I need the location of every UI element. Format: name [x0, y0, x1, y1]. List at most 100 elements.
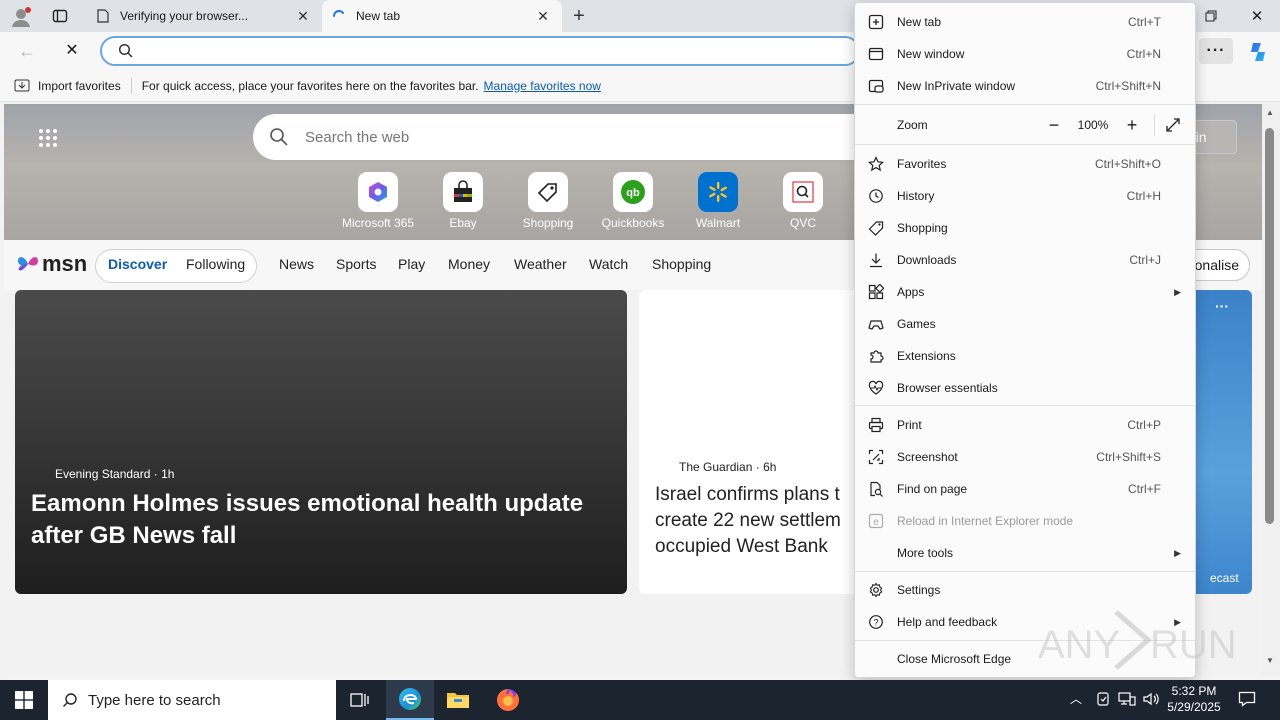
weather-card[interactable]: ··· ecast [1190, 290, 1252, 594]
tab-actions-icon[interactable] [52, 8, 68, 24]
security-tray-icon[interactable] [1095, 691, 1111, 710]
scrollbar-thumb[interactable] [1265, 128, 1274, 524]
scroll-down-icon[interactable]: ▼ [1266, 656, 1274, 665]
menu-games[interactable]: Games [855, 308, 1195, 340]
source-name: The Guardian [679, 460, 753, 474]
windows-start-icon[interactable] [0, 680, 48, 720]
menu-downloads[interactable]: Downloads Ctrl+J [855, 244, 1195, 276]
scroll-up-icon[interactable]: ▲ [1266, 108, 1274, 117]
close-tab-icon[interactable]: ✕ [294, 7, 312, 25]
menu-shortcut: Ctrl+P [1127, 418, 1161, 432]
card-headline[interactable]: Eamonn Holmes issues emotional health up… [31, 488, 591, 552]
close-tab-icon[interactable]: ✕ [534, 7, 552, 25]
menu-extensions[interactable]: Extensions [855, 340, 1195, 372]
manage-favorites-link[interactable]: Manage favorites now [484, 79, 601, 93]
nav-sports[interactable]: Sports [336, 256, 376, 272]
more-options-icon[interactable]: ··· [1199, 38, 1233, 64]
menu-label: Reload in Internet Explorer mode [897, 514, 1074, 528]
search-icon [62, 692, 78, 708]
quick-link-qvc[interactable]: QVC [761, 172, 845, 230]
quick-link-ebay[interactable]: Ebay [421, 172, 505, 230]
menu-label: Shopping [897, 221, 948, 235]
quickbooks-icon: qb [613, 172, 653, 212]
tab-verifying[interactable]: Verifying your browser... ✕ [86, 0, 322, 32]
menu-print[interactable]: Print Ctrl+P [855, 409, 1195, 441]
help-icon: ? [855, 614, 897, 630]
menu-shopping[interactable]: Shopping [855, 212, 1195, 244]
file-explorer-icon[interactable] [434, 680, 482, 720]
edge-taskbar-icon[interactable] [386, 680, 434, 720]
volume-icon[interactable] [1142, 691, 1160, 710]
menu-new-tab[interactable]: New tab Ctrl+T [855, 6, 1195, 38]
copilot-icon[interactable] [1246, 40, 1270, 64]
loading-spinner-icon [332, 9, 346, 23]
quick-link-shopping[interactable]: Shopping [506, 172, 590, 230]
web-search-box[interactable]: Search the web [253, 114, 893, 160]
zoom-out-icon[interactable]: − [1042, 115, 1066, 136]
nav-watch[interactable]: Watch [589, 256, 628, 272]
menu-browser-essentials[interactable]: Browser essentials [855, 372, 1195, 404]
menu-divider [855, 571, 1195, 572]
quick-link-walmart[interactable]: Walmart [676, 172, 760, 230]
tab-title: New tab [356, 9, 401, 23]
taskbar-search[interactable]: Type here to search [48, 680, 336, 720]
address-input[interactable] [142, 41, 842, 61]
notifications-icon[interactable] [1238, 690, 1256, 711]
menu-label: Settings [897, 583, 941, 597]
shopping-tag-icon [855, 220, 897, 236]
menu-screenshot[interactable]: Screenshot Ctrl+Shift+S [855, 441, 1195, 473]
forecast-label[interactable]: ecast [1210, 571, 1239, 585]
menu-apps[interactable]: Apps ▶ [855, 276, 1195, 308]
tab-new-tab[interactable]: New tab ✕ [322, 0, 562, 32]
headline-line: occupied West Bank [655, 536, 828, 557]
msn-logo[interactable]: msn [16, 249, 87, 279]
nav-news[interactable]: News [279, 256, 314, 272]
import-favorites-icon[interactable] [14, 79, 30, 93]
system-clock[interactable]: 5:32 PM 5/29/2025 [1160, 683, 1228, 715]
firefox-icon[interactable] [484, 680, 532, 720]
task-view-icon[interactable] [336, 680, 384, 720]
tab-following[interactable]: Following [186, 256, 245, 272]
card-more-icon[interactable]: ··· [1215, 298, 1229, 314]
new-tab-plus-icon[interactable]: + [568, 6, 590, 26]
games-icon [855, 316, 897, 332]
menu-favorites[interactable]: Favorites Ctrl+Shift+O [855, 148, 1195, 180]
document-icon [96, 9, 110, 23]
menu-label: Apps [897, 285, 925, 299]
menu-inprivate-window[interactable]: New InPrivate window Ctrl+Shift+N [855, 70, 1195, 102]
inprivate-icon [855, 78, 897, 94]
nav-money[interactable]: Money [448, 256, 490, 272]
menu-label: Screenshot [897, 450, 958, 464]
stop-loading-icon[interactable]: ✕ [62, 42, 82, 60]
news-card-main[interactable]: Evening Standard · 1h Eamonn Holmes issu… [15, 290, 627, 594]
nav-play[interactable]: Play [398, 256, 425, 272]
new-window-icon [855, 46, 897, 62]
back-arrow-icon[interactable]: ← [18, 42, 38, 60]
menu-settings[interactable]: Settings [855, 574, 1195, 606]
card-headline[interactable]: Israel confirms plans t create 22 new se… [655, 482, 869, 560]
network-icon[interactable] [1118, 691, 1136, 710]
zoom-in-icon[interactable]: + [1120, 115, 1144, 136]
menu-find-on-page[interactable]: Find on page Ctrl+F [855, 473, 1195, 505]
menu-label: New InPrivate window [897, 79, 1016, 93]
news-card-guardian[interactable]: The Guardian · 6h Israel confirms plans … [639, 290, 869, 594]
show-hidden-icons-icon[interactable]: ︿ [1070, 690, 1082, 707]
app-launcher-icon[interactable] [38, 128, 58, 148]
nav-weather[interactable]: Weather [514, 256, 567, 272]
close-window-icon[interactable]: ✕ [1234, 0, 1280, 32]
svg-text:?: ? [873, 618, 878, 628]
quick-link-microsoft365[interactable]: Microsoft 365 [336, 172, 420, 230]
profile-icon[interactable] [10, 6, 32, 28]
quick-link-quickbooks[interactable]: qb Quickbooks [591, 172, 675, 230]
menu-history[interactable]: History Ctrl+H [855, 180, 1195, 212]
tab-discover[interactable]: Discover [108, 256, 167, 272]
menu-more-tools[interactable]: More tools ▶ [855, 537, 1195, 569]
menu-label: Favorites [897, 157, 947, 171]
ebay-bag-icon [443, 172, 483, 212]
nav-shopping[interactable]: Shopping [652, 256, 711, 272]
menu-new-window[interactable]: New window Ctrl+N [855, 38, 1195, 70]
import-favorites-button[interactable]: Import favorites [38, 79, 121, 93]
fullscreen-icon[interactable] [1165, 117, 1181, 133]
address-bar[interactable] [100, 36, 860, 66]
menu-label: Browser essentials [897, 381, 998, 395]
